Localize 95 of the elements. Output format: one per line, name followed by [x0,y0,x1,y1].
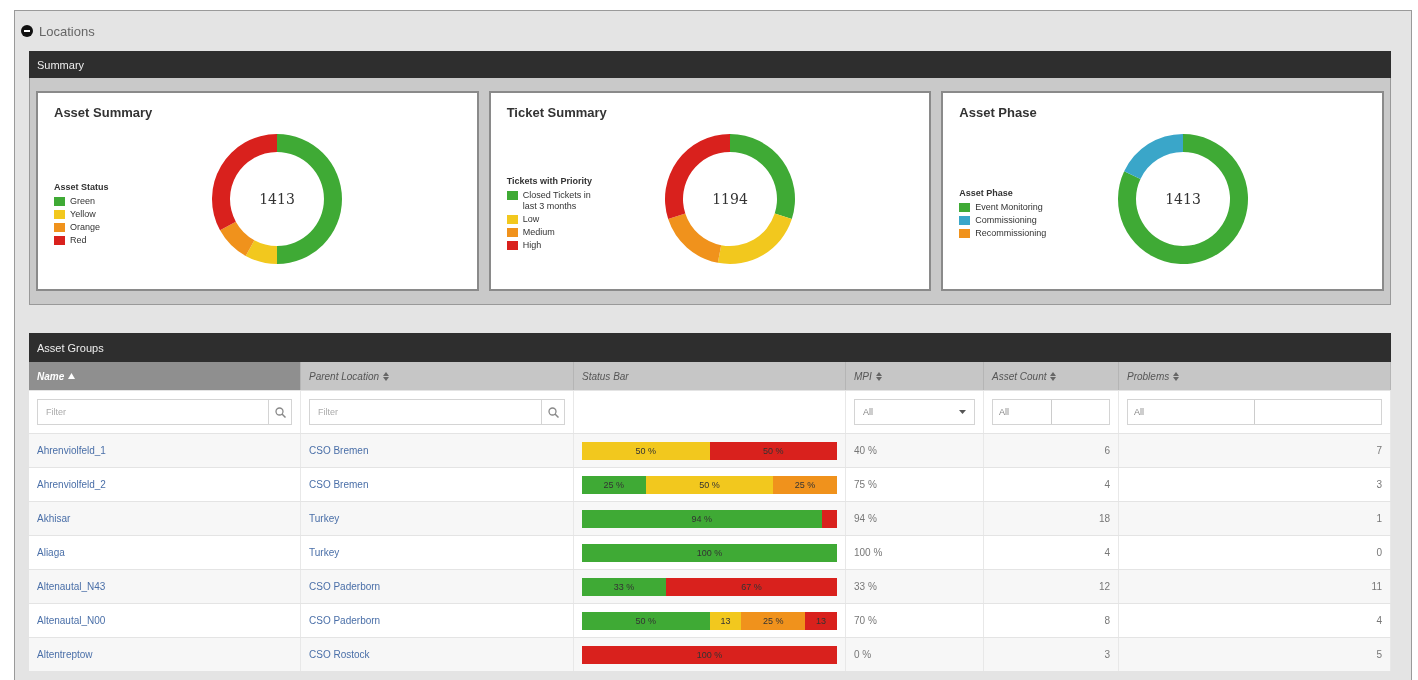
status-segment: 50 % [582,441,710,460]
table-cell: 0 % [846,638,984,671]
legend-title: Asset Status [54,181,110,192]
table-cell: 4 [1119,604,1391,637]
legend-title: Asset Phase [959,188,1014,198]
table-cell: 4 [984,536,1119,569]
search-button[interactable] [541,399,565,425]
parent-location-link[interactable]: CSO Bremen [301,434,574,467]
parent-location-link[interactable]: CSO Paderborn [301,604,574,637]
table-cell: 0 [1119,536,1391,569]
table-cell: 5 [1119,638,1391,671]
filter-field[interactable]: Filter [37,399,268,425]
status-segment: 25 % [582,475,646,494]
table-cell: 12 [984,570,1119,603]
collapse-icon[interactable] [21,25,33,37]
column-header[interactable]: Status Bar [574,362,846,390]
dropdown-value: All [863,407,873,417]
status-segment: 94 % [582,509,822,528]
column-header[interactable]: MPI [846,362,984,390]
legend-label: Medium [522,227,555,238]
table-cell: 70 % [846,604,984,637]
status-segment: 13 [805,611,837,630]
parent-location-link[interactable]: CSO Rostock [301,638,574,671]
column-header[interactable]: Parent Location [301,362,574,390]
name-link[interactable]: Ahrenviolfeld_1 [29,434,301,467]
donut-total: 1413 [1164,190,1201,207]
name-link[interactable]: Aliaga [29,536,301,569]
status-segment: 13 [709,611,742,630]
table-cell: 18 [984,502,1119,535]
legend-label: Commissioning [975,215,1037,226]
card-title: Asset Summary [54,105,154,120]
search-button[interactable] [268,399,292,425]
column-header[interactable]: Name [29,362,301,390]
table-cell: 4 [984,468,1119,501]
table-cell: 100 % [846,536,984,569]
legend-label: High [522,240,542,251]
table-cell: 8 [984,604,1119,637]
name-link[interactable]: Akhisar [29,502,301,535]
section-title: Locations [39,23,95,39]
legend-label: Event Monitoring [975,202,1043,213]
status-segment: 33 % [582,577,667,596]
sort-icon [1050,371,1057,381]
status-segment: 25 % [773,475,837,494]
filter-field[interactable]: Filter [309,399,541,425]
table-cell: 94 % [846,502,984,535]
legend-label: Red [70,234,87,246]
legend-label: Recommissioning [975,228,1047,239]
legend-label: Low [522,214,540,225]
table-cell: 33 % [846,570,984,603]
status-segment: 25 % [741,611,806,630]
donut-total: 1194 [712,190,748,207]
mpi-dropdown[interactable]: All [854,399,975,425]
table-cell: 1 [1119,502,1391,535]
sort-ascending-icon [68,373,76,379]
column-header[interactable]: Problems [1119,362,1391,390]
card-title: Asset Phase [959,105,1038,120]
status-segment: 50 % [582,611,710,630]
table-cell: 3 [1119,468,1391,501]
parent-location-link[interactable]: Turkey [301,536,574,569]
table-cell: 7 [1119,434,1391,467]
legend-label: Yellow [70,208,96,220]
legend-label: Orange [70,221,101,233]
table-cell: 40 % [846,434,984,467]
search-icon [547,406,559,418]
card-title: Ticket Summary [506,105,608,120]
name-link[interactable]: Altenautal_N43 [29,570,301,603]
sort-icon [875,371,882,381]
range-filter-field[interactable]: All [992,399,1110,425]
table-cell: 6 [984,434,1119,467]
caret-icon [959,410,966,414]
legend-title: Tickets with Priority [506,176,593,186]
name-link[interactable]: Altenautal_N00 [29,604,301,637]
panel-header: Asset Groups [29,333,1391,362]
status-segment: 100 % [582,645,837,664]
range-filter-field[interactable]: All [1127,399,1382,425]
table-cell: 75 % [846,468,984,501]
name-link[interactable]: Altentreptow [29,638,301,671]
legend-label: Closed Tickets in last 3 months [522,190,592,212]
legend-label: Green [70,195,95,207]
parent-location-link[interactable]: CSO Bremen [301,468,574,501]
status-segment: 50 % [709,441,837,460]
table-cell: 3 [984,638,1119,671]
name-link[interactable]: Ahrenviolfeld_2 [29,468,301,501]
parent-location-link[interactable]: Turkey [301,502,574,535]
table-cell: 11 [1119,570,1391,603]
status-segment: 67 % [666,577,837,596]
sort-icon [383,371,390,381]
search-icon [274,406,286,418]
sort-icon [1173,371,1180,381]
donut-total: 1413 [259,190,296,207]
status-segment: 100 % [582,543,837,562]
panel-header: Summary [29,51,1391,78]
status-segment: 50 % [645,475,774,494]
parent-location-link[interactable]: CSO Paderborn [301,570,574,603]
column-header[interactable]: Asset Count [984,362,1119,390]
